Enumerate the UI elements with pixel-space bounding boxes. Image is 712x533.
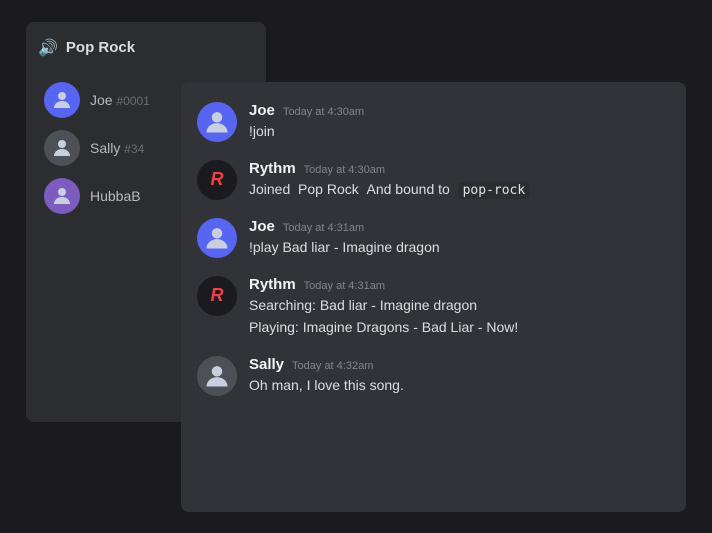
message-content: Rythm Today at 4:31am Searching: Bad lia…: [249, 276, 518, 338]
message-author: Rythm: [249, 276, 296, 293]
chat-panel: Joe Today at 4:30am !join R Rythm Today …: [181, 82, 686, 512]
message-header: Rythm Today at 4:31am: [249, 276, 518, 293]
channel-name: Pop Rock: [66, 39, 135, 56]
user-name-joe: Joe #0001: [90, 92, 150, 108]
message-row: Joe Today at 4:30am !join: [197, 102, 670, 142]
message-author: Joe: [249, 218, 275, 235]
message-author: Rythm: [249, 160, 296, 177]
message-row: Joe Today at 4:31am !play Bad liar - Ima…: [197, 218, 670, 258]
message-header: Joe Today at 4:30am: [249, 102, 364, 119]
message-text: !play Bad liar - Imagine dragon: [249, 238, 440, 258]
message-text-line1: Searching: Bad liar - Imagine dragon: [249, 296, 518, 316]
message-header: Joe Today at 4:31am: [249, 218, 440, 235]
message-timestamp: Today at 4:31am: [304, 280, 385, 292]
message-row: R Rythm Today at 4:30am Joined Pop Rock …: [197, 160, 670, 200]
message-content: Sally Today at 4:32am Oh man, I love thi…: [249, 356, 404, 396]
code-inline: pop-rock: [458, 182, 531, 199]
message-content: Joe Today at 4:31am !play Bad liar - Ima…: [249, 218, 440, 258]
user-name-sally: Sally #34: [90, 140, 144, 156]
message-row: R Rythm Today at 4:31am Searching: Bad l…: [197, 276, 670, 338]
message-avatar-rythm: R: [197, 276, 237, 316]
rythm-logo: R: [211, 285, 224, 306]
message-list: Joe Today at 4:30am !join R Rythm Today …: [197, 102, 670, 396]
message-avatar-joe: [197, 218, 237, 258]
rythm-logo: R: [211, 169, 224, 190]
message-timestamp: Today at 4:32am: [292, 360, 373, 372]
message-row: Sally Today at 4:32am Oh man, I love thi…: [197, 356, 670, 396]
message-text-line2: Playing: Imagine Dragons - Bad Liar - No…: [249, 318, 518, 338]
message-timestamp: Today at 4:31am: [283, 222, 364, 234]
message-text: !join: [249, 122, 364, 142]
speaker-icon: 🔊: [38, 38, 58, 58]
message-avatar-sally: [197, 356, 237, 396]
message-text: Oh man, I love this song.: [249, 376, 404, 396]
message-text: Joined Pop Rock And bound to pop-rock: [249, 180, 530, 200]
sidebar-header: 🔊 Pop Rock: [38, 38, 254, 58]
message-timestamp: Today at 4:30am: [304, 164, 385, 176]
message-author: Joe: [249, 102, 275, 119]
message-author: Sally: [249, 356, 284, 373]
avatar: [44, 130, 80, 166]
avatar: [44, 82, 80, 118]
user-name-hubba: HubbaB: [90, 188, 141, 204]
message-header: Rythm Today at 4:30am: [249, 160, 530, 177]
avatar: [44, 178, 80, 214]
message-avatar-joe: [197, 102, 237, 142]
message-content: Rythm Today at 4:30am Joined Pop Rock An…: [249, 160, 530, 200]
message-content: Joe Today at 4:30am !join: [249, 102, 364, 142]
message-header: Sally Today at 4:32am: [249, 356, 404, 373]
scene: 🔊 Pop Rock Joe #0001: [26, 22, 686, 512]
message-timestamp: Today at 4:30am: [283, 106, 364, 118]
message-avatar-rythm: R: [197, 160, 237, 200]
